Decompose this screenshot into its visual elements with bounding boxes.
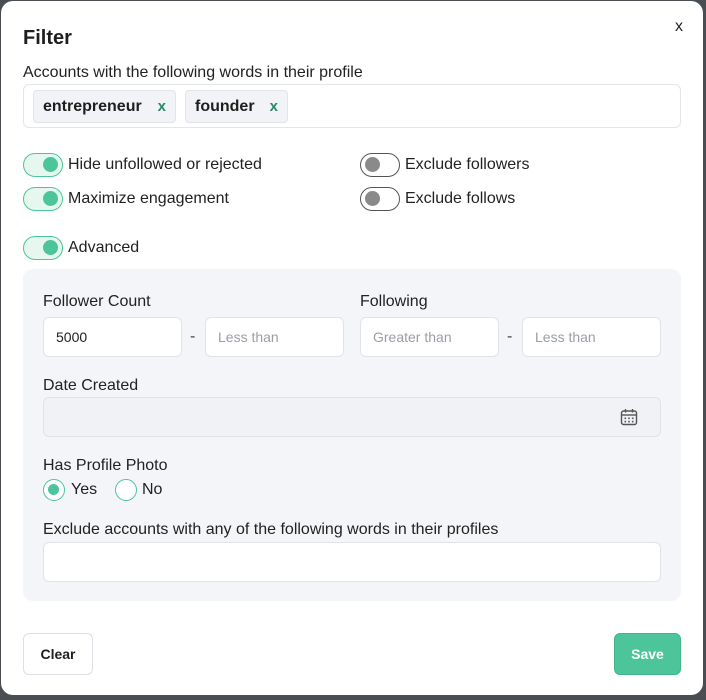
tag-chip: founder x xyxy=(185,90,288,123)
advanced-toggle[interactable] xyxy=(23,236,63,260)
range-separator: - xyxy=(190,328,196,345)
profile-photo-yes-radio[interactable] xyxy=(43,479,65,501)
profile-photo-yes-label: Yes xyxy=(71,481,98,498)
follower-count-min-input[interactable] xyxy=(43,317,182,357)
date-created-label: Date Created xyxy=(43,377,139,394)
save-button[interactable]: Save xyxy=(614,633,681,675)
hide-unfollowed-label: Hide unfollowed or rejected xyxy=(68,156,262,173)
clear-button[interactable]: Clear xyxy=(23,633,93,675)
hide-unfollowed-toggle[interactable] xyxy=(23,153,63,177)
follower-count-max-input[interactable] xyxy=(205,317,344,357)
advanced-label: Advanced xyxy=(68,239,140,256)
profile-photo-label: Has Profile Photo xyxy=(43,457,168,474)
following-max-input[interactable] xyxy=(522,317,661,357)
close-button[interactable]: x xyxy=(675,17,683,37)
following-label: Following xyxy=(360,293,428,310)
toggle-knob xyxy=(43,240,58,255)
include-words-input[interactable]: entrepreneur x founder x xyxy=(23,84,681,128)
exclude-words-label: Exclude accounts with any of the followi… xyxy=(43,521,499,538)
toggle-knob xyxy=(43,191,58,206)
calendar-icon[interactable] xyxy=(620,408,638,426)
include-words-label: Accounts with the following words in the… xyxy=(23,64,363,81)
exclude-words-input[interactable] xyxy=(43,542,661,582)
toggle-knob xyxy=(365,157,380,172)
tag-remove-button[interactable]: x xyxy=(270,91,278,122)
filter-modal: x Filter Accounts with the following wor… xyxy=(1,1,703,695)
tag-remove-button[interactable]: x xyxy=(158,91,166,122)
toggle-knob xyxy=(365,191,380,206)
profile-photo-no-radio[interactable] xyxy=(115,479,137,501)
profile-photo-no-label: No xyxy=(142,481,163,498)
exclude-follows-label: Exclude follows xyxy=(405,190,516,207)
advanced-panel: Follower Count - Following - Date Create… xyxy=(23,269,681,601)
maximize-engagement-toggle[interactable] xyxy=(23,187,63,211)
exclude-followers-label: Exclude followers xyxy=(405,156,530,173)
following-min-input[interactable] xyxy=(360,317,499,357)
date-created-input[interactable] xyxy=(43,397,661,437)
exclude-followers-toggle[interactable] xyxy=(360,153,400,177)
range-separator: - xyxy=(507,328,513,345)
modal-title: Filter xyxy=(23,27,72,49)
tag-text: founder xyxy=(195,98,255,115)
maximize-engagement-label: Maximize engagement xyxy=(68,190,229,207)
tag-chip: entrepreneur x xyxy=(33,90,176,123)
follower-count-label: Follower Count xyxy=(43,293,151,310)
exclude-follows-toggle[interactable] xyxy=(360,187,400,211)
toggle-knob xyxy=(43,157,58,172)
tag-text: entrepreneur xyxy=(43,98,142,115)
